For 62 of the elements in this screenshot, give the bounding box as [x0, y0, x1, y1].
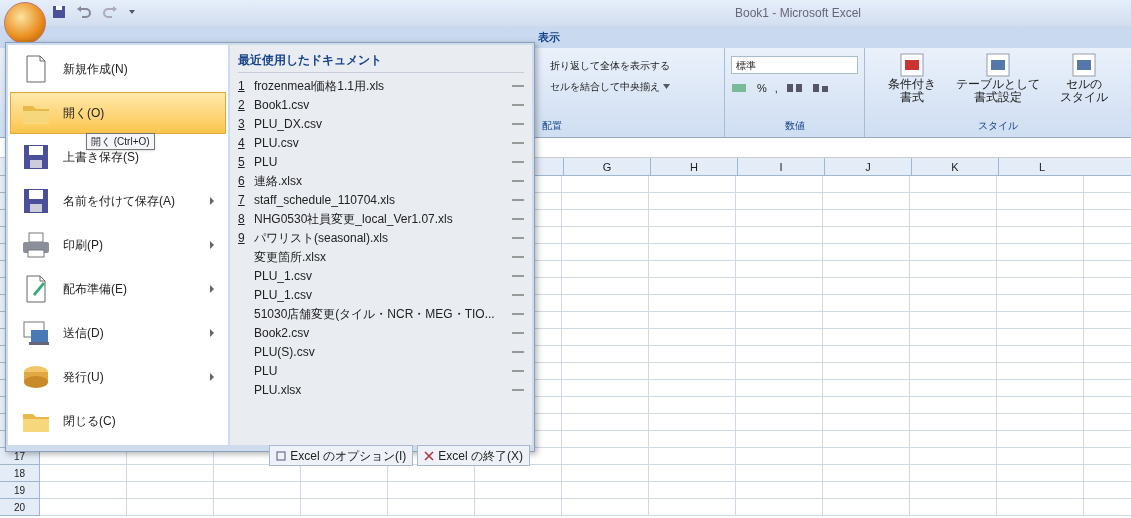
recent-document-item[interactable]: 2 Book1.csv — [238, 95, 524, 114]
column-header[interactable]: I — [737, 158, 824, 175]
row-header[interactable]: 18 — [0, 465, 40, 482]
exit-button[interactable]: Excel の終了(X) — [417, 445, 530, 466]
menu-item[interactable]: 配布準備(E) — [10, 268, 226, 310]
recent-document-item[interactable]: PLU — [238, 361, 524, 380]
number-format-field[interactable]: 標準 — [731, 56, 858, 74]
merge-center-button[interactable]: セルを結合して中央揃え — [550, 79, 724, 94]
group-label: 配置 — [541, 119, 563, 133]
column-header[interactable]: K — [911, 158, 998, 175]
dropdown-icon[interactable] — [128, 8, 136, 16]
recent-document-item[interactable]: 9 パワリスト(seasonal).xls — [238, 228, 524, 247]
recent-document-item[interactable]: 8 NHG0530社員変更_local_Ver1.07.xls — [238, 209, 524, 228]
printer-icon — [21, 230, 51, 260]
recent-document-item[interactable]: 6 連絡.xlsx — [238, 171, 524, 190]
recent-document-item[interactable]: 変更箇所.xlsx — [238, 247, 524, 266]
column-header[interactable]: G — [563, 158, 650, 175]
percent-button[interactable]: % — [757, 80, 767, 97]
recent-document-item[interactable]: 3 PLU_DX.csv — [238, 114, 524, 133]
group-label: スタイル — [977, 119, 1019, 133]
recent-document-item[interactable]: 51030店舗変更(タイル・NCR・MEG・TIO... — [238, 304, 524, 323]
group-label: 数値 — [783, 119, 806, 133]
recent-document-item[interactable]: PLU(S).csv — [238, 342, 524, 361]
menu-item[interactable]: 送信(D) — [10, 312, 226, 354]
column-header[interactable]: J — [824, 158, 911, 175]
save-icon[interactable] — [52, 5, 66, 19]
table-icon — [1071, 52, 1097, 78]
wrap-text-button[interactable]: 折り返して全体を表示する — [550, 58, 724, 73]
recent-document-item[interactable]: Book2.csv — [238, 323, 524, 342]
comma-button[interactable]: , — [774, 80, 778, 97]
window-title: Book1 - Microsoft Excel — [734, 5, 861, 22]
recent-document-item[interactable]: 7 staff_schedule_110704.xls — [238, 190, 524, 209]
column-header[interactable]: H — [650, 158, 737, 175]
recent-documents-heading: 最近使用したドキュメント — [238, 51, 524, 73]
menu-item[interactable]: 開く(O) — [10, 92, 226, 134]
row-header[interactable]: 19 — [0, 482, 40, 499]
menu-item[interactable]: 名前を付けて保存(A) — [10, 180, 226, 222]
style-button[interactable]: テーブルとして 書式設定 — [955, 52, 1041, 118]
style-button[interactable]: セルの スタイル — [1041, 52, 1127, 118]
undo-icon[interactable] — [76, 5, 92, 19]
tooltip: 開く (Ctrl+O) — [86, 133, 155, 150]
menu-item[interactable]: 印刷(P) — [10, 224, 226, 266]
close-icon — [424, 450, 435, 461]
menu-item[interactable]: 新規作成(N) — [10, 48, 226, 90]
recent-document-item[interactable]: 4 PLU.csv — [238, 133, 524, 152]
recent-document-item[interactable]: PLU.xlsx — [238, 380, 524, 399]
recent-document-item[interactable]: 1 frozenmeal価格1.1用.xls — [238, 76, 524, 95]
table-icon — [985, 52, 1011, 78]
options-button[interactable]: Excel のオプション(I) — [269, 445, 414, 466]
recent-document-item[interactable]: PLU_1.csv — [238, 266, 524, 285]
recent-document-item[interactable]: PLU_1.csv — [238, 285, 524, 304]
computer-icon — [21, 318, 51, 348]
menu-item[interactable]: 閉じる(C) — [10, 400, 226, 442]
menu-item[interactable]: 発行(U) — [10, 356, 226, 398]
caret-icon — [663, 84, 670, 89]
column-header[interactable]: L — [998, 158, 1085, 175]
recent-document-item[interactable]: 5 PLU — [238, 152, 524, 171]
ribbon-tab[interactable]: 表示 — [538, 28, 560, 46]
table-icon — [899, 52, 925, 78]
row-header[interactable]: 20 — [0, 499, 40, 516]
style-button[interactable]: 条件付き 書式 — [869, 52, 955, 118]
redo-icon[interactable] — [102, 5, 118, 19]
